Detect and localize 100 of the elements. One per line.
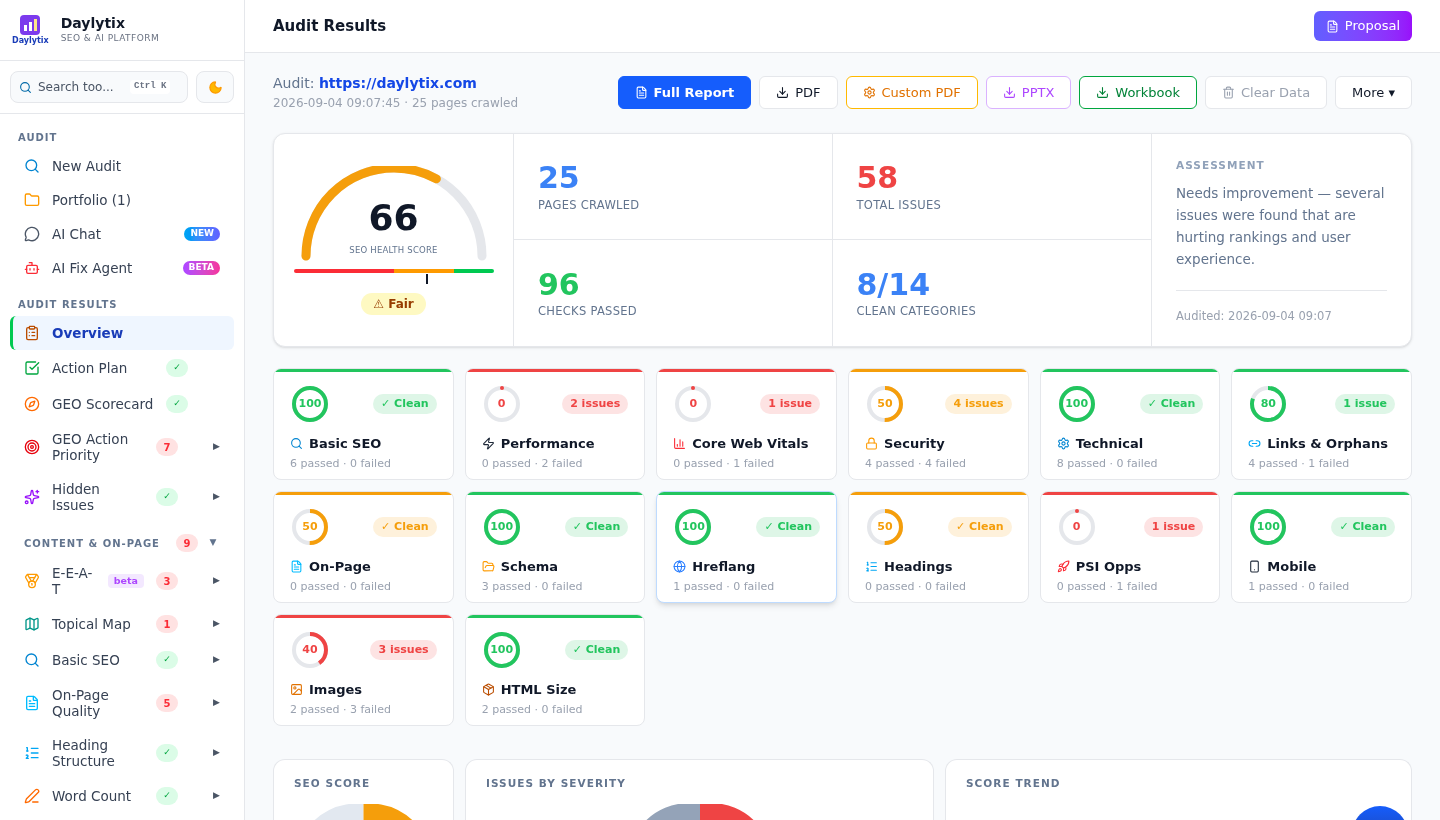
category-detail: 2 passed · 0 failed [481, 701, 584, 718]
expand-arrow[interactable]: ▶ [190, 696, 220, 710]
toolbar-button[interactable]: PPTX [985, 76, 1072, 109]
expand-arrow[interactable]: ▶ [190, 617, 220, 631]
category-detail: 4 passed · 1 failed [1248, 455, 1351, 472]
sidebar-item[interactable]: AI Chat NEW [10, 217, 234, 251]
category-card[interactable]: 50 4 issues Security 4 passed · 4 failed [848, 368, 1029, 480]
score-value: 0 [1071, 518, 1082, 535]
globe-icon [673, 560, 687, 574]
collapse-toggle[interactable]: ▼ [206, 536, 220, 550]
search-field[interactable]: Search too... Ctrl K [10, 71, 188, 103]
status-badge: ✓ Clean [373, 393, 437, 415]
stat-value: 58 [856, 159, 900, 197]
item-label: Action Plan [52, 360, 129, 376]
assessment-text: Needs improvement — several issues were found that are hurting rankings and user experience. [1176, 183, 1386, 269]
category-detail: 2 passed · 3 failed [290, 701, 392, 718]
pencil-icon [24, 788, 40, 804]
expand-arrow[interactable]: ▶ [190, 789, 220, 803]
status-badge: ✓ [156, 787, 178, 805]
sidebar-item[interactable]: Hidden Issues ✓ ▶ [10, 472, 234, 522]
category-card[interactable]: 80 1 issue Links & Orphans 4 passed · 1 failed [1231, 368, 1412, 480]
sidebar-item[interactable]: AI Fix Agent BETA [10, 251, 234, 285]
expand-arrow[interactable]: ▶ [190, 490, 220, 504]
category-card[interactable]: 50 ✓ Clean On-Page 0 passed · 0 failed [273, 491, 454, 603]
category-detail: 0 passed · 0 failed [865, 578, 967, 595]
logo-icon [20, 15, 41, 35]
category-card[interactable]: 0 2 issues Performance 0 passed · 2 failed [464, 368, 646, 480]
category-detail: 0 passed · 0 failed [290, 578, 392, 595]
category-detail: 1 passed · 0 failed [673, 578, 776, 595]
category-detail: 0 passed · 1 failed [1056, 578, 1159, 595]
item-label: Portfolio (1) [52, 192, 132, 208]
category-detail: 0 passed · 2 failed [481, 455, 584, 472]
sidebar-item[interactable]: Overview [10, 316, 234, 350]
toolbar-button[interactable]: Full Report [617, 76, 752, 109]
phone-icon [1248, 560, 1262, 574]
sidebar-item[interactable]: GEO Action Priority 7 ▶ [10, 422, 234, 472]
status-badge: 1 issue [760, 393, 820, 415]
item-label: AI Chat [52, 226, 103, 242]
bar-chart-icon [673, 437, 687, 451]
moon-icon [207, 79, 223, 95]
category-detail: 8 passed · 0 failed [1056, 455, 1159, 472]
status-badge: 3 [156, 572, 178, 590]
panel-title: SCORE TREND [966, 776, 1062, 791]
sidebar-item[interactable]: Word Count ✓ ▶ [10, 778, 234, 814]
status-badge: ✓ [156, 651, 178, 669]
sidebar-item[interactable]: Basic SEO ✓ ▶ [10, 642, 234, 678]
status-badge: 1 issue [1143, 516, 1204, 538]
search-icon [24, 158, 40, 174]
sidebar-item[interactable]: Heading Structure ✓ ▶ [10, 728, 234, 778]
search-input[interactable]: Search too... [38, 78, 124, 96]
toolbar-button[interactable]: More ▾ [1335, 76, 1412, 109]
sidebar-item[interactable]: GEO Scorecard ✓ [10, 386, 234, 422]
score-value: 50 [301, 518, 319, 535]
category-name: Links & Orphans [1267, 435, 1388, 453]
section-heading: CONTENT & ON-PAGE [24, 536, 161, 551]
status-badge: ✓ Clean [948, 516, 1012, 538]
toolbar-button[interactable]: Workbook [1079, 76, 1197, 109]
item-label: Basic SEO [52, 652, 121, 668]
item-label: New Audit [52, 158, 123, 174]
sidebar-item[interactable]: Portfolio (1) [10, 183, 234, 217]
category-card[interactable]: 0 1 issue Core Web Vitals 0 passed · 1 failed [656, 368, 837, 480]
sidebar-item[interactable]: Topical Map 1 ▶ [10, 606, 234, 642]
category-card[interactable]: 40 3 issues Images 2 passed · 3 failed [273, 614, 454, 726]
stat-label: TOTAL ISSUES [856, 196, 943, 214]
audit-meta: 2026-09-04 09:07:45 · 25 pages crawled [273, 95, 519, 112]
expand-arrow[interactable]: ▶ [190, 574, 220, 588]
lock-icon [865, 437, 878, 451]
expand-arrow[interactable]: ▶ [190, 440, 220, 454]
sidebar-item[interactable]: New Audit [10, 149, 234, 183]
sidebar-item[interactable]: Action Plan ✓ [10, 350, 234, 386]
category-name: Hreflang [692, 558, 756, 576]
category-name: PSI Opps [1075, 558, 1142, 576]
document-icon [1325, 19, 1339, 33]
sparkles-icon [24, 489, 40, 505]
item-label: Topical Map [52, 616, 132, 632]
checkbox-icon [24, 360, 40, 376]
logo-text: Daylytix [12, 37, 49, 45]
status-badge: ✓ [156, 488, 178, 506]
category-detail: 6 passed · 0 failed [290, 455, 392, 472]
category-name: Basic SEO [309, 435, 382, 453]
search-icon [24, 652, 40, 668]
document-icon [24, 695, 40, 711]
medal-icon [24, 573, 40, 589]
toolbar-button[interactable]: PDF [759, 76, 838, 109]
target-icon [24, 439, 40, 455]
health-score: 66 [368, 199, 419, 236]
status-badge: 1 [156, 615, 178, 633]
category-card[interactable]: 50 ✓ Clean Headings 0 passed · 0 failed [848, 491, 1029, 603]
category-card[interactable]: 0 1 issue PSI Opps 0 passed · 1 failed [1039, 491, 1221, 603]
expand-arrow[interactable]: ▶ [190, 746, 220, 760]
expand-arrow[interactable]: ▶ [190, 653, 220, 667]
package-icon [481, 683, 495, 697]
status-badge: BETA [182, 261, 220, 275]
rating-badge: ⚠ Fair [361, 292, 426, 315]
map-icon [24, 616, 40, 632]
proposal-button[interactable]: Proposal [1313, 11, 1412, 41]
sidebar-item[interactable]: On-Page Quality 5 ▶ [10, 678, 234, 728]
theme-toggle-button[interactable] [196, 71, 234, 103]
sidebar-item[interactable]: E-E-A-T beta 3 ▶ [10, 556, 234, 606]
status-badge: 1 issue [1335, 393, 1395, 415]
